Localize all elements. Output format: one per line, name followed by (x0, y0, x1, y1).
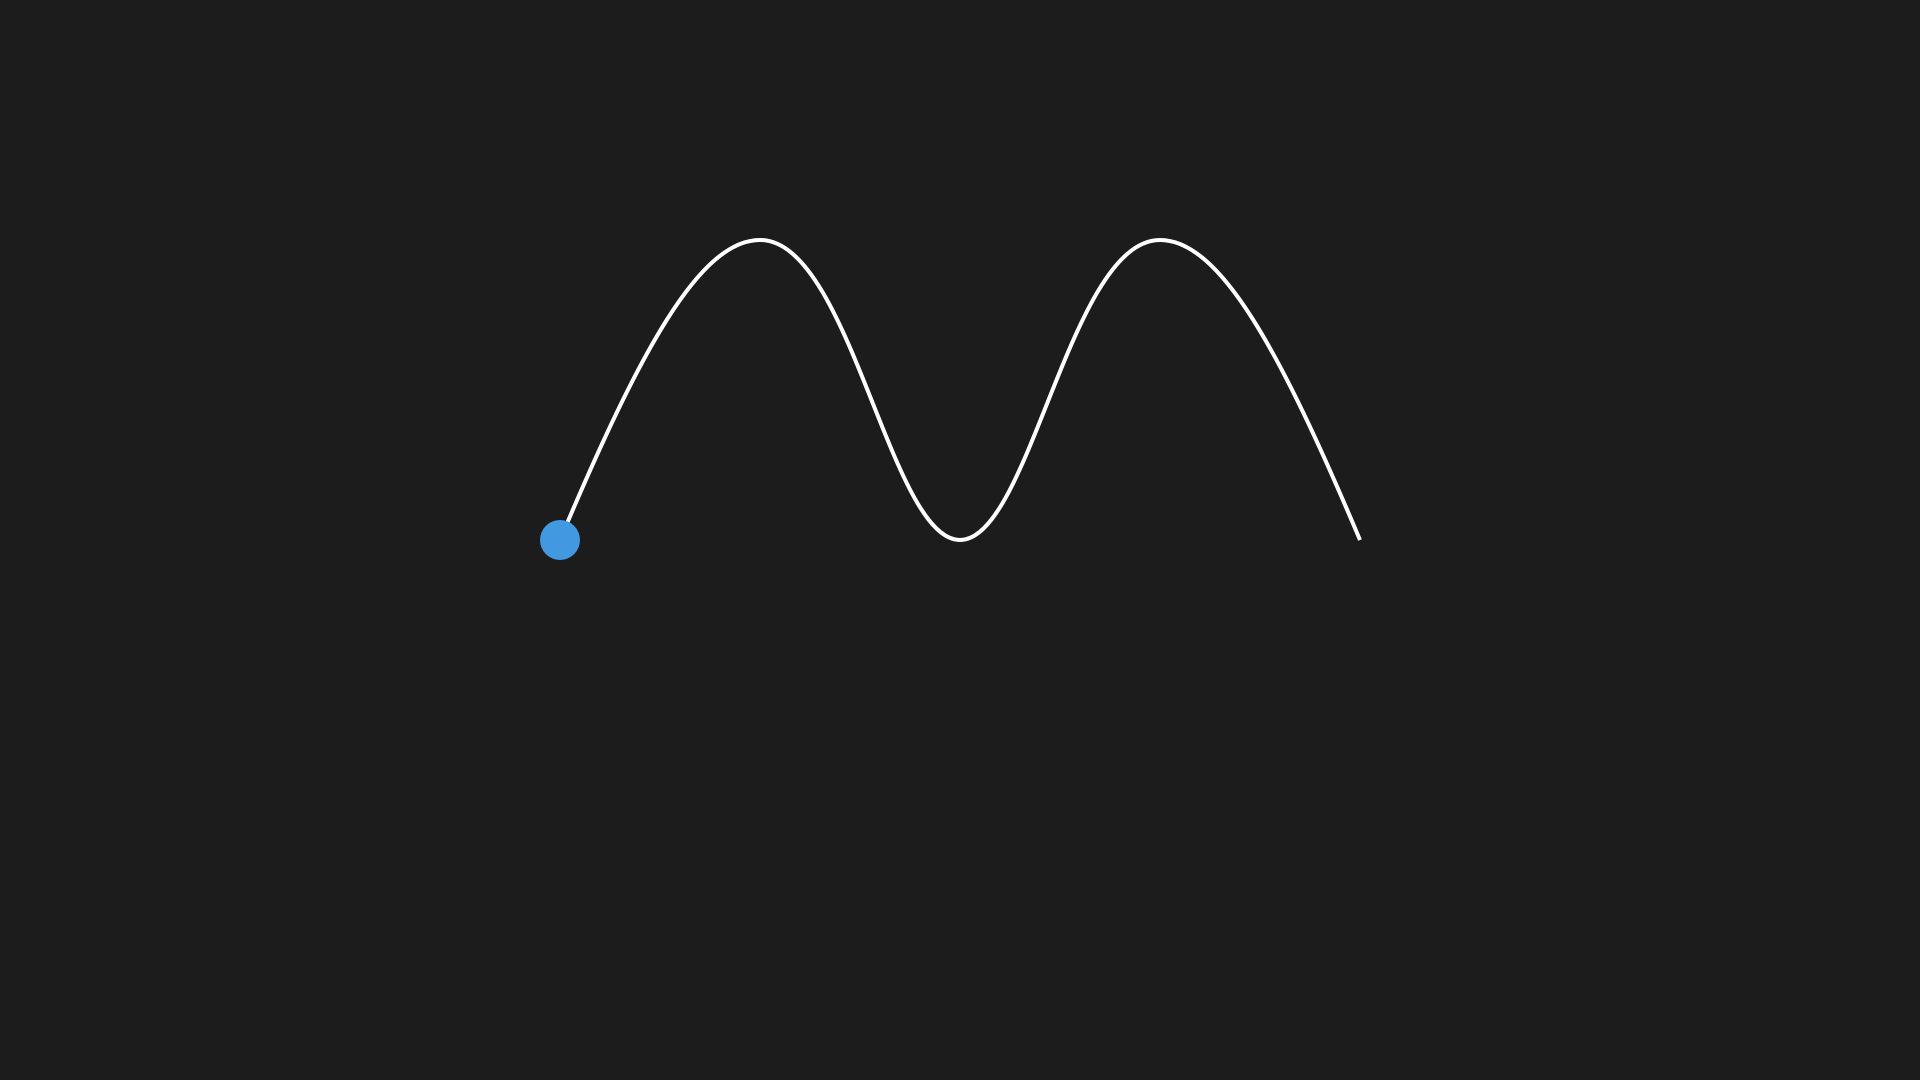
motion-path-curve (558, 238, 1362, 542)
animation-canvas (540, 238, 1362, 560)
motion-marker-dot[interactable] (540, 520, 580, 560)
